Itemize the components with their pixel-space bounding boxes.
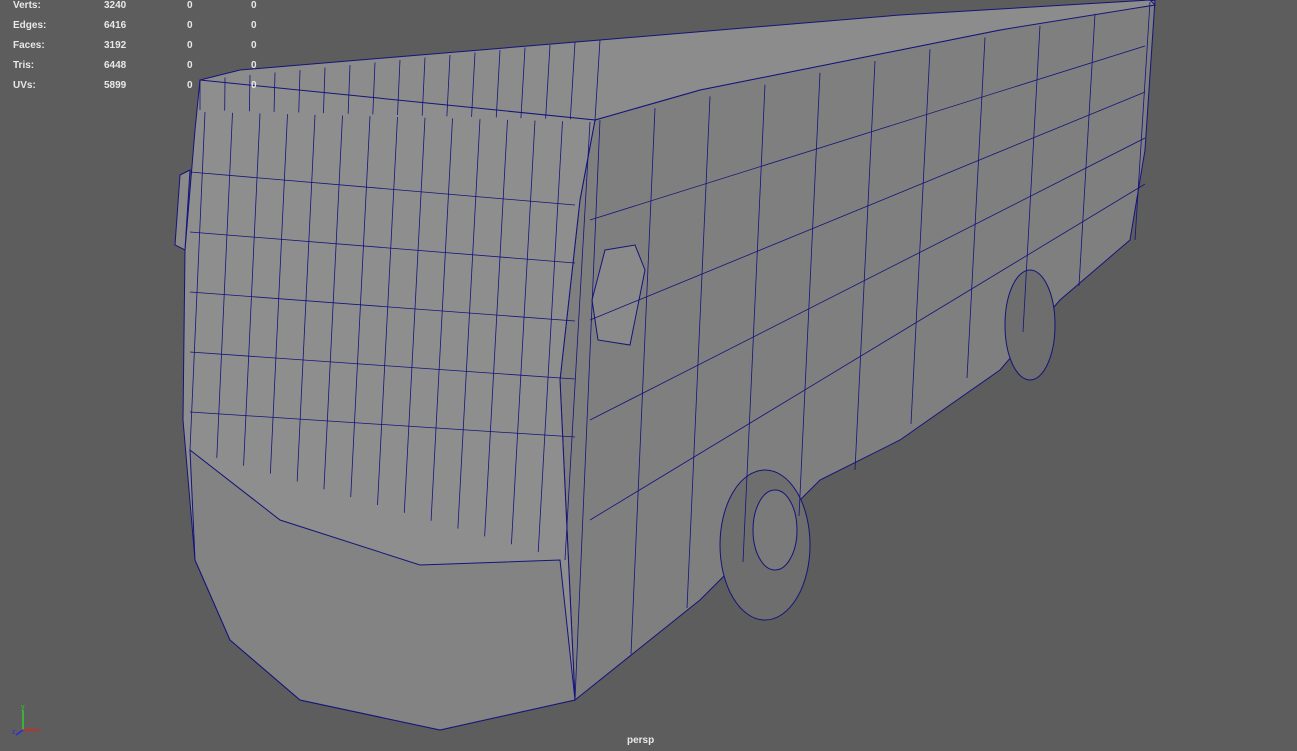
poly-count-hud: Verts: 3240 0 0 Edges: 6416 0 0 Faces: 3192 0 0 T… xyxy=(13,0,273,100)
hud-row-verts: Verts: 3240 0 0 xyxy=(13,0,273,20)
hud-value: 5899 xyxy=(104,80,127,91)
hud-row-faces: Faces: 3192 0 0 xyxy=(13,40,273,60)
hud-value: 6416 xyxy=(104,20,127,31)
hud-label: Edges: xyxy=(13,20,47,31)
hud-value: 0 xyxy=(251,0,257,11)
hud-row-tris: Tris: 6448 0 0 xyxy=(13,60,273,80)
axis-z-label: z xyxy=(12,729,16,736)
axis-gizmo-icon: y x z xyxy=(12,704,41,736)
hud-value: 0 xyxy=(251,40,257,51)
hud-value: 0 xyxy=(251,20,257,31)
hud-value: 0 xyxy=(251,80,257,91)
hud-value: 0 xyxy=(187,20,193,31)
hud-label: Verts: xyxy=(13,0,41,11)
front-wheel-hub xyxy=(752,489,798,571)
hud-row-uvs: UVs: 5899 0 0 xyxy=(13,80,273,100)
hud-value: 0 xyxy=(251,60,257,71)
hud-label: UVs: xyxy=(13,80,36,91)
hud-value: 3240 xyxy=(104,0,127,11)
hud-value: 3192 xyxy=(104,40,127,51)
hud-value: 0 xyxy=(187,40,193,51)
rear-wheel xyxy=(1004,269,1056,381)
hud-value: 6448 xyxy=(104,60,127,71)
viewport-3d[interactable] xyxy=(0,0,1297,751)
hud-label: Tris: xyxy=(13,60,35,71)
hud-value: 0 xyxy=(187,80,193,91)
hud-value: 0 xyxy=(187,0,193,11)
hud-row-edges: Edges: 6416 0 0 xyxy=(13,20,273,40)
axis-y-label: y xyxy=(21,704,25,711)
axis-x-label: x xyxy=(37,727,41,734)
bus-mesh[interactable] xyxy=(174,0,1157,731)
camera-name-label: persp xyxy=(627,735,655,746)
hud-label: Faces: xyxy=(13,40,45,51)
hud-value: 0 xyxy=(187,60,193,71)
